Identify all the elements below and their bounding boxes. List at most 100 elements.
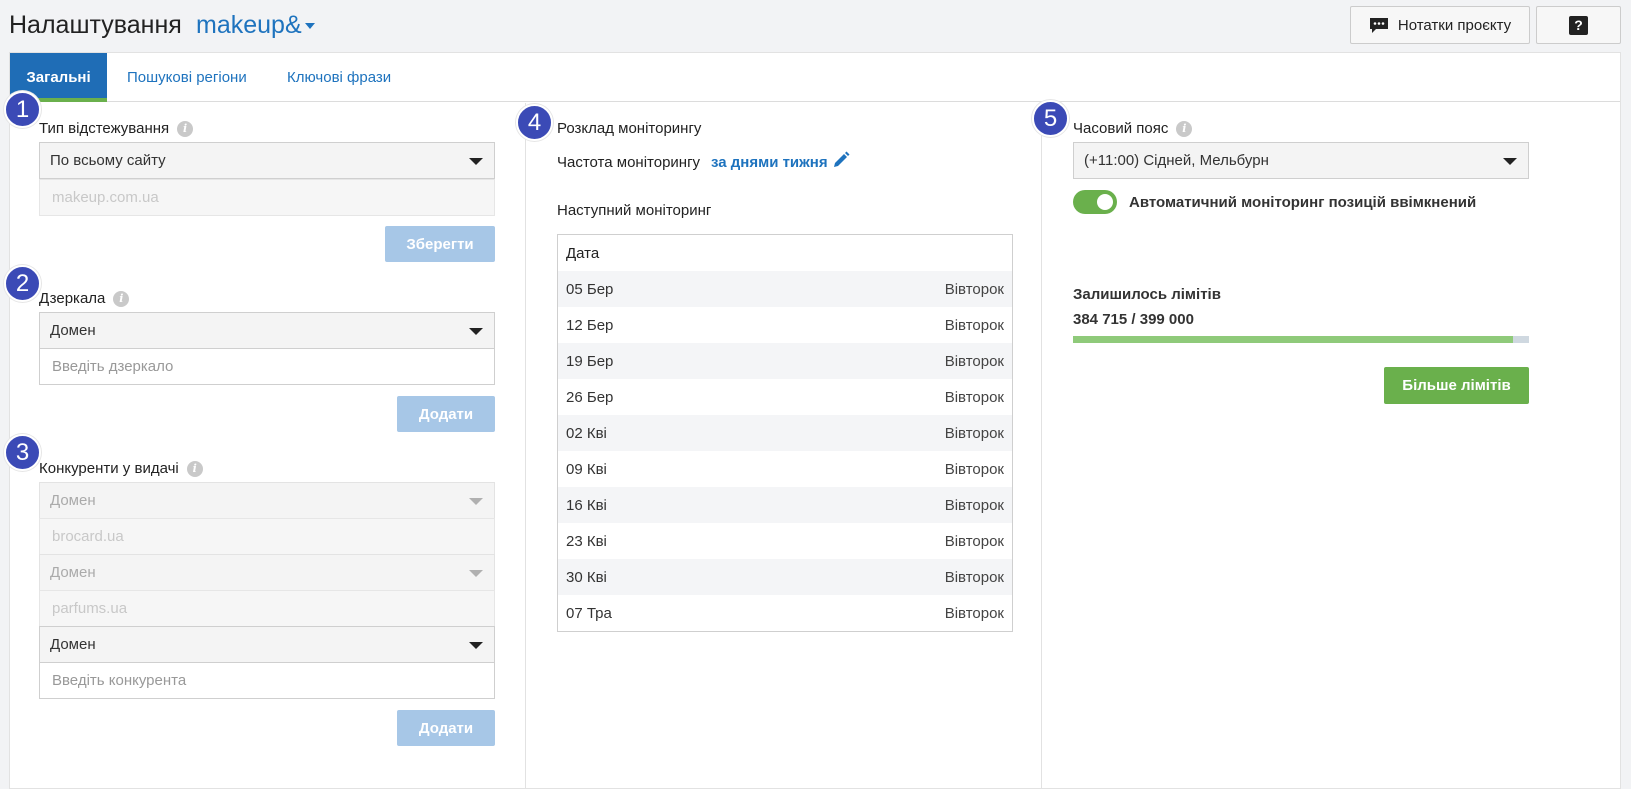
row-date: 23 Кві <box>566 532 607 550</box>
mirror-input[interactable]: Введіть дзеркало <box>39 348 495 385</box>
add-mirror-button[interactable]: Додати <box>397 396 495 432</box>
competitor-type-select: Домен <box>39 554 495 591</box>
row-day: Вівторок <box>944 280 1004 298</box>
page-title: Налаштування <box>9 11 182 39</box>
competitor-type-select: Домен <box>39 482 495 519</box>
column-divider <box>1041 103 1042 789</box>
row-date: 02 Кві <box>566 424 607 442</box>
row-day: Вівторок <box>944 532 1004 550</box>
mirrors-text: Дзеркала <box>39 290 106 307</box>
chevron-down-icon <box>469 158 483 165</box>
timezone-value: (+11:00) Сідней, Мельбурн <box>1084 152 1269 169</box>
row-date: 30 Кві <box>566 568 607 586</box>
auto-monitoring-label: Автоматичний моніторинг позицій ввімкнен… <box>1129 194 1477 211</box>
info-icon[interactable]: i <box>186 460 203 477</box>
table-header: Дата <box>558 235 1012 271</box>
info-icon[interactable]: i <box>1176 120 1193 137</box>
row-date: 19 Бер <box>566 352 614 370</box>
step-badge-2: 2 <box>4 265 41 302</box>
row-date: 05 Бер <box>566 280 614 298</box>
row-date: 16 Кві <box>566 496 607 514</box>
table-row: 12 Бер Вівторок <box>558 307 1012 343</box>
table-row: 23 Кві Вівторок <box>558 523 1012 559</box>
toggle-knob <box>1097 194 1113 210</box>
site-domain-field: makeup.com.ua <box>39 179 495 216</box>
schedule-table: Дата 05 Бер Вівторок 12 Бер Вівторок 19 Бе… <box>557 234 1013 632</box>
tab-search-regions[interactable]: Пошукові регіони <box>127 53 247 102</box>
timezone-select[interactable]: (+11:00) Сідней, Мельбурн <box>1073 142 1529 179</box>
chevron-down-icon[interactable] <box>304 23 315 30</box>
project-notes-button[interactable]: Нотатки проєкту <box>1350 6 1530 44</box>
table-row: 19 Бер Вівторок <box>558 343 1012 379</box>
limits-progress-fill <box>1073 336 1513 343</box>
add-competitor-button[interactable]: Додати <box>397 710 495 746</box>
tracking-type-value: По всьому сайту <box>50 152 166 169</box>
table-row: 30 Кві Вівторок <box>558 559 1012 595</box>
row-day: Вівторок <box>944 424 1004 442</box>
competitor-type-value: Домен <box>50 564 96 581</box>
row-day: Вівторок <box>944 604 1004 622</box>
frequency-link[interactable]: за днями тижня <box>711 154 828 171</box>
row-date: 09 Кві <box>566 460 607 478</box>
more-limits-button[interactable]: Більше лімітів <box>1384 367 1529 404</box>
top-bar: Налаштування makeup& Нотатки проєкту ? <box>0 0 1631 50</box>
new-competitor-type-value: Домен <box>50 636 96 653</box>
competitor-domain-field: brocard.ua <box>39 518 495 555</box>
step-badge-3: 3 <box>4 434 41 471</box>
settings-card: Загальні Пошукові регіони Ключові фрази … <box>4 52 1621 789</box>
comment-icon <box>1369 17 1388 33</box>
help-icon: ? <box>1569 15 1588 35</box>
row-day: Вівторок <box>944 568 1004 586</box>
pencil-icon[interactable] <box>832 151 850 169</box>
new-competitor-type-select[interactable]: Домен <box>39 626 495 663</box>
row-date: 12 Бер <box>566 316 614 334</box>
tracking-type-select[interactable]: По всьому сайту <box>39 142 495 179</box>
competitor-input[interactable]: Введіть конкурента <box>39 662 495 699</box>
competitors-text: Конкуренти у видачі <box>39 460 179 477</box>
project-selector[interactable]: makeup& <box>196 11 315 40</box>
project-notes-label: Нотатки проєкту <box>1397 16 1512 34</box>
tab-bar: Загальні Пошукові регіони Ключові фрази <box>10 53 1620 102</box>
table-row: 09 Кві Вівторок <box>558 451 1012 487</box>
table-row: 16 Кві Вівторок <box>558 487 1012 523</box>
step-badge-4: 4 <box>516 104 553 141</box>
limits-progress-bar <box>1073 336 1529 343</box>
row-day: Вівторок <box>944 496 1004 514</box>
tracking-type-label: Тип відстежування i <box>39 120 194 137</box>
row-day: Вівторок <box>944 460 1004 478</box>
chevron-down-icon <box>469 328 483 335</box>
chevron-down-icon <box>469 642 483 649</box>
mirror-type-select[interactable]: Домен <box>39 312 495 349</box>
limits-value: 384 715 / 399 000 <box>1073 311 1194 328</box>
schedule-label: Розклад моніторингу <box>557 120 702 137</box>
competitor-type-value: Домен <box>50 492 96 509</box>
save-button[interactable]: Зберегти <box>385 226 495 262</box>
column-divider <box>525 103 526 789</box>
row-day: Вівторок <box>944 388 1004 406</box>
date-column-header: Дата <box>566 244 600 262</box>
info-icon[interactable]: i <box>177 120 194 137</box>
chevron-down-icon <box>1503 158 1517 165</box>
next-monitoring-label: Наступний моніторинг <box>557 202 712 219</box>
row-day: Вівторок <box>944 352 1004 370</box>
row-day: Вівторок <box>944 316 1004 334</box>
frequency-label: Частота моніторингу <box>557 154 701 171</box>
tab-keywords[interactable]: Ключові фрази <box>287 53 391 102</box>
tracking-type-text: Тип відстежування <box>39 120 170 137</box>
step-badge-1: 1 <box>4 91 41 128</box>
project-name[interactable]: makeup& <box>196 11 302 39</box>
competitor-domain-field: parfums.ua <box>39 590 495 627</box>
mirror-type-value: Домен <box>50 322 96 339</box>
help-button[interactable]: ? <box>1536 6 1621 44</box>
mirrors-label: Дзеркала i <box>39 290 130 307</box>
row-date: 07 Тра <box>566 604 612 622</box>
timezone-label: Часовий пояс i <box>1073 120 1193 137</box>
limits-label: Залишилось лімітів <box>1073 286 1221 303</box>
info-icon[interactable]: i <box>113 290 130 307</box>
table-row: 05 Бер Вівторок <box>558 271 1012 307</box>
step-badge-5: 5 <box>1032 100 1069 137</box>
auto-monitoring-toggle[interactable] <box>1073 190 1117 214</box>
table-row: 26 Бер Вівторок <box>558 379 1012 415</box>
timezone-text: Часовий пояс <box>1073 120 1169 137</box>
chevron-down-icon <box>469 570 483 577</box>
